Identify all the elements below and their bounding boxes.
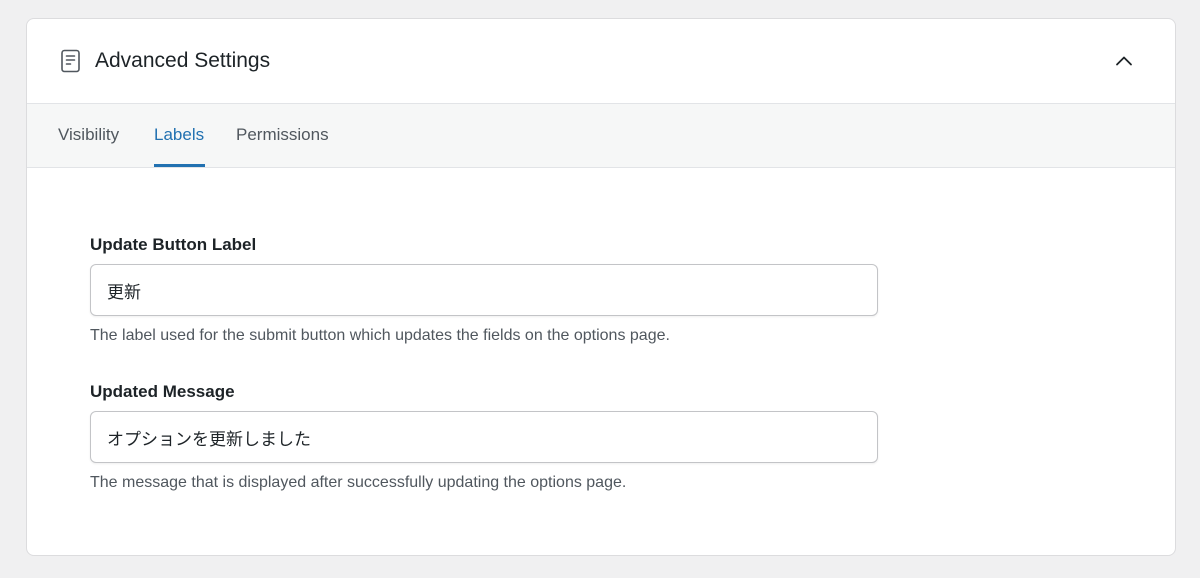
updated-message-heading: Updated Message bbox=[90, 382, 235, 401]
tab-labels[interactable]: Labels bbox=[154, 104, 205, 167]
updated-message-help: The message that is displayed after succ… bbox=[90, 474, 627, 491]
panel-header[interactable]: Advanced Settings bbox=[27, 19, 1175, 104]
tab-permissions[interactable]: Permissions bbox=[236, 104, 329, 167]
update-button-label-input[interactable] bbox=[90, 264, 878, 316]
chevron-up-icon[interactable] bbox=[1111, 49, 1137, 73]
updated-message-input[interactable] bbox=[90, 411, 878, 463]
update-button-label-help: The label used for the submit button whi… bbox=[90, 327, 670, 344]
document-icon bbox=[60, 49, 82, 73]
tab-bar: Visibility Labels Permissions bbox=[27, 104, 1175, 168]
advanced-settings-panel: Advanced Settings Visibility Labels Perm… bbox=[26, 18, 1176, 556]
tab-visibility[interactable]: Visibility bbox=[58, 104, 119, 167]
panel-title: Advanced Settings bbox=[95, 49, 271, 72]
update-button-label-heading: Update Button Label bbox=[90, 235, 257, 254]
